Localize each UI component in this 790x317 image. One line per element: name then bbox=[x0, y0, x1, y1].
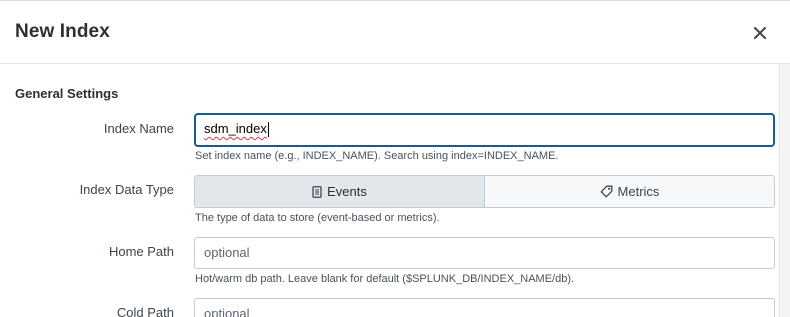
home-path-label: Home Path bbox=[108, 244, 174, 259]
text-caret bbox=[267, 122, 269, 138]
home-path-help: Hot/warm db path. Leave blank for defaul… bbox=[195, 273, 575, 285]
index-name-help: Set index name (e.g., INDEX_NAME). Searc… bbox=[195, 150, 559, 162]
index-name-label: Index Name bbox=[103, 121, 174, 136]
scrollbar[interactable] bbox=[779, 64, 790, 317]
cold-path-input[interactable]: optional bbox=[194, 298, 775, 317]
cold-path-label: Cold Path bbox=[116, 305, 174, 317]
index-data-type-help: The type of data to store (event-based o… bbox=[195, 212, 440, 224]
document-icon bbox=[312, 185, 322, 198]
dialog-title: New Index bbox=[15, 21, 110, 42]
index-name-input[interactable]: sdm_index bbox=[194, 113, 775, 147]
index-data-type-label: Index Data Type bbox=[79, 182, 174, 197]
index-data-type-toggle: Events Metrics bbox=[194, 175, 775, 208]
dialog-header: New Index bbox=[0, 1, 790, 64]
section-title-general-settings: General Settings bbox=[15, 86, 119, 101]
tag-icon bbox=[600, 185, 613, 198]
data-type-metrics-label: Metrics bbox=[617, 184, 660, 199]
data-type-metrics-button[interactable]: Metrics bbox=[484, 176, 774, 207]
data-type-events-label: Events bbox=[327, 184, 367, 199]
data-type-events-button[interactable]: Events bbox=[195, 176, 484, 207]
index-name-value: sdm_index bbox=[204, 121, 267, 136]
home-path-input[interactable]: optional bbox=[194, 237, 775, 269]
close-button[interactable] bbox=[748, 21, 772, 45]
close-icon bbox=[754, 27, 766, 39]
